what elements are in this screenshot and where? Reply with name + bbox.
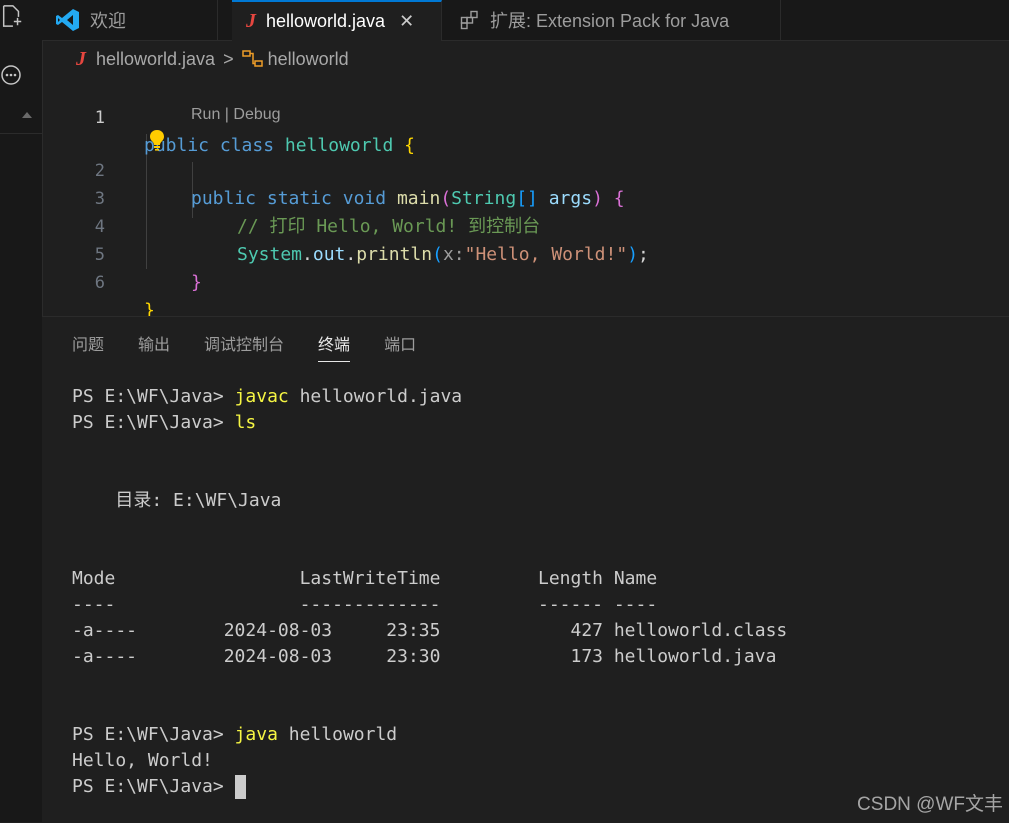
terminal-command: java bbox=[234, 724, 278, 745]
paren: ( bbox=[440, 188, 452, 209]
breadcrumb: J helloworld.java > helloworld bbox=[76, 46, 349, 72]
bracket: [] bbox=[516, 188, 538, 209]
activity-bar bbox=[0, 0, 43, 822]
parameter: args bbox=[548, 188, 593, 209]
keyword: void bbox=[342, 188, 387, 209]
terminal-prompt: PS E:\WF\Java> bbox=[72, 776, 235, 797]
code-line: 4 System.out.println(x:"Hello, World!"); bbox=[42, 185, 649, 265]
line-number: 6 bbox=[94, 273, 105, 293]
tab-debug-console[interactable]: 调试控制台 bbox=[204, 331, 284, 362]
tab-terminal[interactable]: 终端 bbox=[318, 331, 351, 362]
method-name: println bbox=[356, 244, 433, 265]
code-line: 6 } bbox=[42, 241, 155, 321]
brace: { bbox=[613, 188, 625, 209]
inlay-hint: x: bbox=[442, 244, 465, 265]
tab-welcome[interactable]: 欢迎 bbox=[42, 0, 218, 40]
semicolon: ; bbox=[638, 244, 649, 265]
terminal-cursor bbox=[234, 775, 246, 799]
string-literal: "Hello, World!" bbox=[464, 244, 628, 265]
terminal-line: PS E:\WF\Java> ls bbox=[72, 410, 787, 436]
line-number: 1 bbox=[94, 108, 105, 128]
activity-divider bbox=[0, 133, 42, 134]
tab-extension-pack[interactable]: 扩展: Extension Pack for Java bbox=[446, 0, 781, 40]
terminal-prompt: PS E:\WF\Java> bbox=[72, 412, 235, 433]
chevron-right-icon: > bbox=[223, 48, 234, 69]
terminal-line: PS E:\WF\Java> javac helloworld.java bbox=[72, 384, 787, 410]
code-line: 1 public class helloworld { bbox=[42, 76, 415, 156]
extensions-icon bbox=[460, 10, 480, 30]
code-line: 5 } bbox=[42, 213, 202, 293]
table-header: Mode LastWriteTime Length Name bbox=[72, 568, 658, 589]
terminal-line: PS E:\WF\Java> java helloworld bbox=[72, 722, 787, 748]
code-editor[interactable]: 1 public class helloworld { Run | Debug … bbox=[42, 76, 1009, 321]
directory-line: 目录: E:\WF\Java bbox=[72, 490, 282, 511]
more-actions-icon[interactable] bbox=[0, 63, 24, 87]
vscode-logo-icon bbox=[56, 8, 80, 32]
paren: ) bbox=[627, 244, 639, 265]
panel-tabs: 问题 输出 调试控制台 终端 端口 bbox=[72, 331, 450, 362]
tab-label: helloworld.java bbox=[266, 11, 386, 31]
java-file-icon: J bbox=[76, 47, 86, 70]
watermark: CSDN @WF文丰 bbox=[857, 794, 1003, 815]
program-output: Hello, World! bbox=[72, 750, 213, 771]
code-line: 2 public static void main(String[] args)… bbox=[42, 129, 625, 209]
codelens-run-debug[interactable]: Run | Debug bbox=[191, 106, 281, 124]
paren: ) bbox=[592, 188, 603, 209]
keyword: class bbox=[219, 135, 275, 156]
terminal-args: helloworld.java bbox=[288, 386, 463, 407]
class-name: System bbox=[237, 244, 303, 265]
terminal[interactable]: PS E:\WF\Java> javac helloworld.java PS E… bbox=[72, 384, 787, 800]
tab-problems[interactable]: 问题 bbox=[72, 331, 104, 362]
brace: } bbox=[191, 272, 202, 293]
scroll-up-arrow-icon[interactable] bbox=[22, 112, 32, 118]
java-file-icon: J bbox=[246, 10, 256, 32]
table-divider: ---- ------------- ------ ---- bbox=[72, 594, 658, 615]
class-name: helloworld bbox=[284, 135, 394, 156]
dot: . bbox=[302, 244, 313, 265]
tab-label: 欢迎 bbox=[90, 11, 126, 31]
class-symbol-icon bbox=[241, 49, 264, 69]
new-file-icon[interactable] bbox=[0, 4, 24, 28]
keyword: static bbox=[266, 188, 332, 209]
brace: { bbox=[404, 135, 415, 156]
terminal-args: helloworld bbox=[277, 724, 398, 745]
bottom-panel: 问题 输出 调试控制台 终端 端口 PS E:\WF\Java> javac h… bbox=[42, 316, 1009, 823]
tab-ports[interactable]: 端口 bbox=[384, 331, 416, 362]
type-name: String bbox=[451, 188, 517, 209]
paren: ( bbox=[432, 244, 443, 265]
tab-label: 扩展: Extension Pack for Java bbox=[490, 11, 730, 31]
tab-output[interactable]: 输出 bbox=[138, 331, 170, 362]
terminal-prompt: PS E:\WF\Java> bbox=[72, 724, 235, 745]
breadcrumb-symbol[interactable]: helloworld bbox=[268, 49, 349, 70]
editor-tab-bar: 欢迎 J helloworld.java ✕ 扩展: Extension Pac… bbox=[42, 0, 1009, 41]
close-tab-icon[interactable]: ✕ bbox=[399, 11, 414, 32]
tab-helloworld-java[interactable]: J helloworld.java ✕ bbox=[232, 0, 442, 41]
method-name: main bbox=[396, 188, 441, 209]
dot: . bbox=[345, 244, 357, 265]
terminal-command: ls bbox=[234, 412, 257, 433]
table-row: -a---- 2024-08-03 23:35 427 helloworld.c… bbox=[72, 620, 788, 641]
breadcrumb-file[interactable]: helloworld.java bbox=[96, 49, 215, 70]
comment: // 打印 Hello, World! 到控制台 bbox=[237, 216, 541, 237]
terminal-line: PS E:\WF\Java> bbox=[72, 774, 787, 800]
lightbulb-icon[interactable] bbox=[148, 129, 166, 151]
table-row: -a---- 2024-08-03 23:30 173 helloworld.j… bbox=[72, 646, 777, 667]
keyword: public bbox=[191, 188, 257, 209]
code-line: 3 // 打印 Hello, World! 到控制台 bbox=[42, 157, 540, 237]
field-name: out bbox=[312, 244, 346, 265]
terminal-prompt: PS E:\WF\Java> bbox=[72, 386, 235, 407]
terminal-command: javac bbox=[234, 386, 289, 407]
